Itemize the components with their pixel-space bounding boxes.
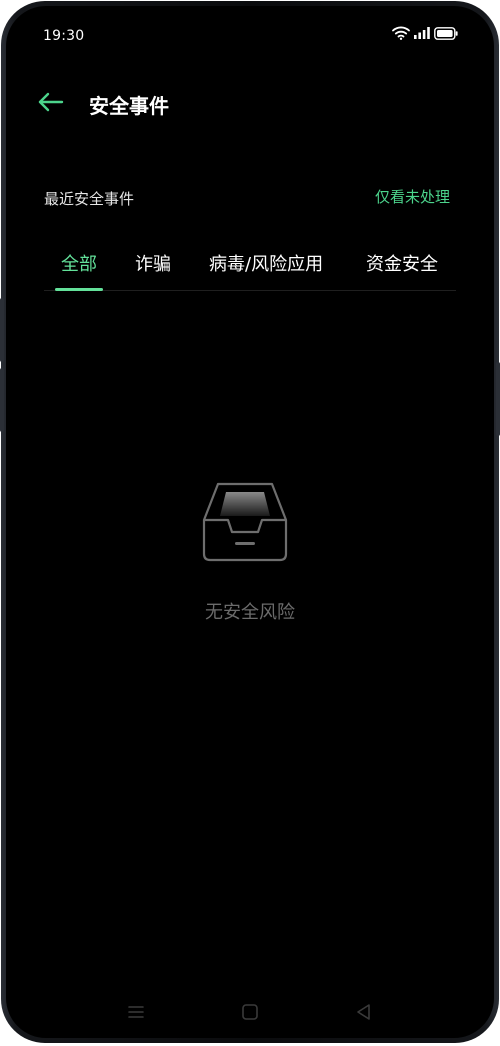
empty-state: 无安全风险: [6, 482, 494, 632]
section-title: 最近安全事件: [44, 190, 135, 208]
empty-state-message: 无安全风险: [205, 602, 295, 623]
power-button: [496, 362, 500, 436]
recent-apps-button[interactable]: [124, 1000, 148, 1024]
app-bar: 安全事件: [6, 81, 494, 125]
screen: 19:30 安全事件 最近安全事件 仅看未处理 全部 诈骗 病毒/风险应用 资金…: [6, 6, 494, 1038]
tab-fraud[interactable]: 诈骗: [135, 250, 171, 276]
active-tab-indicator: [55, 288, 103, 291]
volume-button: [0, 298, 4, 362]
status-icons: [392, 26, 458, 40]
status-time: 19:30: [43, 28, 85, 44]
phone-device: 19:30 安全事件 最近安全事件 仅看未处理 全部 诈骗 病毒/风险应用 资金…: [0, 0, 500, 1046]
inbox-tray-icon: [202, 482, 288, 562]
unhandled-only-link[interactable]: 仅看未处理: [375, 186, 450, 207]
tab-all[interactable]: 全部: [61, 250, 97, 276]
home-square-icon: [242, 1004, 258, 1020]
tab-virus-risk-apps[interactable]: 病毒/风险应用: [209, 250, 323, 276]
wifi-icon: [392, 26, 410, 40]
navigation-bar: [6, 990, 494, 1034]
section-header: 最近安全事件 仅看未处理: [6, 182, 494, 210]
tabs-divider: [44, 290, 456, 291]
signal-icon: [414, 27, 430, 39]
volume-button-lower: [0, 368, 4, 432]
arrow-left-icon: [38, 92, 64, 112]
nav-back-button[interactable]: [352, 1000, 376, 1024]
status-bar: 19:30: [6, 6, 494, 58]
home-button[interactable]: [238, 1000, 262, 1024]
battery-icon: [434, 26, 458, 40]
menu-icon: [128, 1006, 144, 1018]
page-title: 安全事件: [89, 94, 169, 118]
tab-fund-security[interactable]: 资金安全: [366, 250, 438, 276]
back-triangle-icon: [357, 1004, 370, 1020]
back-button[interactable]: [36, 89, 66, 115]
tab-bar: 全部 诈骗 病毒/风险应用 资金安全: [44, 242, 456, 294]
